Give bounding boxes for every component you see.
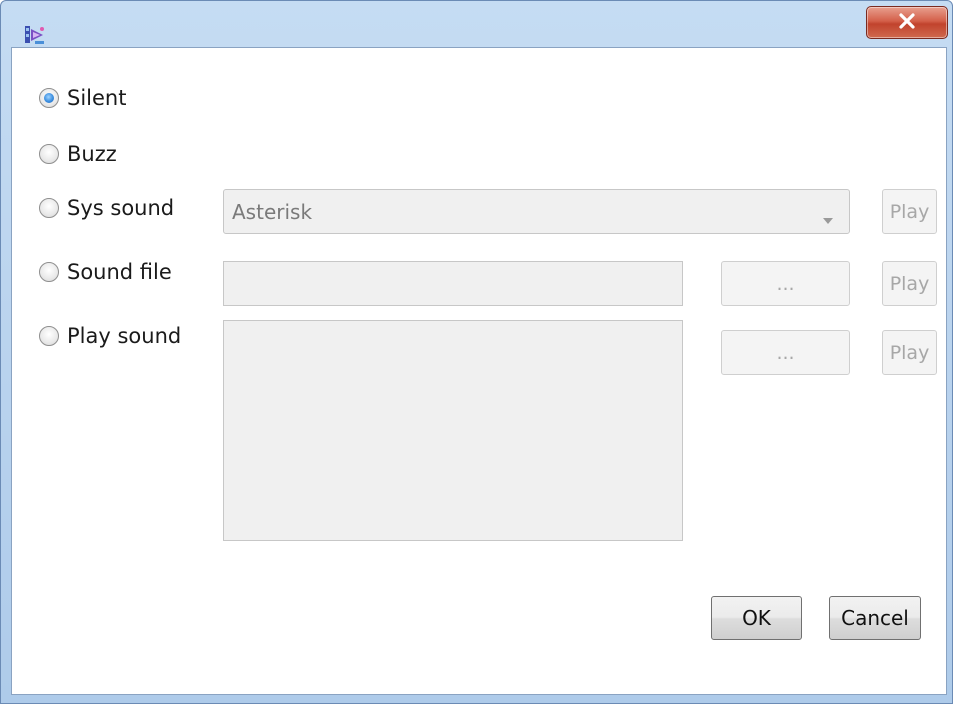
sys-sound-selected: Asterisk bbox=[232, 199, 313, 224]
sound-file-radio[interactable] bbox=[39, 262, 59, 282]
close-button[interactable] bbox=[866, 6, 948, 39]
silent-label: Silent bbox=[67, 86, 127, 110]
play-sound-label: Play sound bbox=[67, 324, 182, 348]
play-sound-play-button[interactable]: Play bbox=[882, 330, 937, 375]
cancel-button[interactable]: Cancel bbox=[829, 596, 921, 640]
dialog-body: Silent Buzz Sys sound Sound file Play so… bbox=[11, 47, 947, 695]
play-sound-browse-button[interactable]: ... bbox=[721, 330, 850, 375]
sys-sound-radio[interactable] bbox=[39, 198, 59, 218]
option-buzz[interactable]: Buzz bbox=[39, 139, 117, 169]
chevron-down-icon bbox=[823, 209, 833, 228]
sound-file-label: Sound file bbox=[67, 260, 172, 284]
sys-sound-play-button[interactable]: Play bbox=[882, 189, 937, 234]
sys-sound-dropdown[interactable]: Asterisk bbox=[223, 189, 850, 234]
ok-button[interactable]: OK bbox=[711, 596, 802, 640]
option-sys-sound[interactable]: Sys sound bbox=[39, 193, 174, 223]
play-sound-textarea[interactable] bbox=[223, 320, 683, 541]
buzz-radio[interactable] bbox=[39, 144, 59, 164]
title-bar[interactable] bbox=[1, 1, 952, 47]
silent-radio[interactable] bbox=[39, 88, 59, 108]
dialog-window: Silent Buzz Sys sound Sound file Play so… bbox=[0, 0, 953, 704]
sound-file-play-button[interactable]: Play bbox=[882, 261, 937, 306]
option-sound-file[interactable]: Sound file bbox=[39, 257, 172, 287]
sys-sound-label: Sys sound bbox=[67, 196, 175, 220]
option-silent[interactable]: Silent bbox=[39, 83, 126, 113]
sound-file-browse-button[interactable]: ... bbox=[721, 261, 850, 306]
option-play-sound[interactable]: Play sound bbox=[39, 321, 181, 351]
app-icon bbox=[23, 23, 47, 47]
play-sound-radio[interactable] bbox=[39, 326, 59, 346]
buzz-label: Buzz bbox=[67, 142, 117, 166]
close-icon bbox=[898, 12, 916, 33]
sound-file-input[interactable] bbox=[223, 261, 683, 306]
